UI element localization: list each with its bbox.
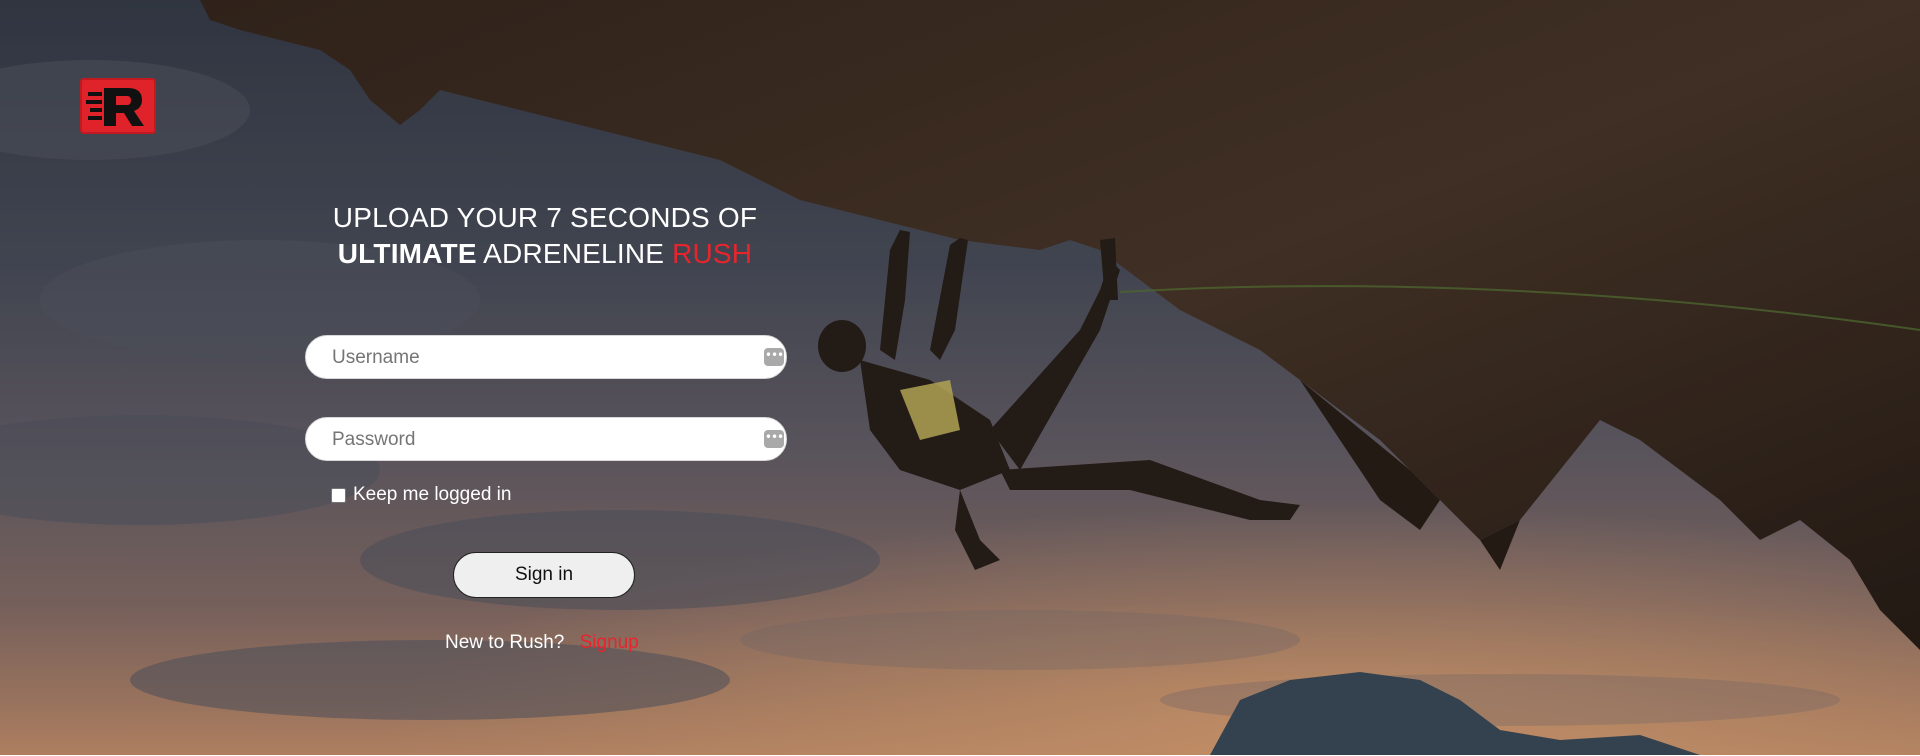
username-input[interactable]: [330, 336, 734, 380]
sign-in-button[interactable]: Sign in: [453, 552, 635, 598]
hero-background: [0, 0, 1920, 755]
rush-r-logo-icon[interactable]: [80, 78, 156, 134]
headline: UPLOAD YOUR 7 SECONDS OF ULTIMATE ADRENE…: [300, 200, 790, 272]
password-manager-key-icon[interactable]: •••: [764, 348, 784, 366]
keep-logged-in-checkbox[interactable]: [331, 487, 346, 503]
headline-middle-word: ADRENELINE: [483, 238, 665, 269]
username-field[interactable]: •••: [305, 335, 787, 380]
signup-row: New to Rush? Signup: [445, 632, 639, 654]
headline-line-2: ULTIMATE ADRENELINE RUSH: [300, 236, 790, 272]
password-input[interactable]: [330, 418, 734, 462]
password-field[interactable]: •••: [305, 417, 787, 462]
climber-background-image: [0, 0, 1920, 755]
headline-accent-word: RUSH: [672, 238, 753, 269]
keep-logged-in-row[interactable]: Keep me logged in: [331, 484, 511, 506]
headline-line-1: UPLOAD YOUR 7 SECONDS OF: [332, 202, 758, 233]
keep-logged-in-label[interactable]: Keep me logged in: [353, 484, 511, 506]
signup-link[interactable]: Signup: [580, 632, 639, 653]
headline-bold-word: ULTIMATE: [337, 238, 477, 269]
password-manager-key-icon[interactable]: •••: [764, 430, 784, 448]
signup-prompt: New to Rush?: [445, 632, 565, 653]
